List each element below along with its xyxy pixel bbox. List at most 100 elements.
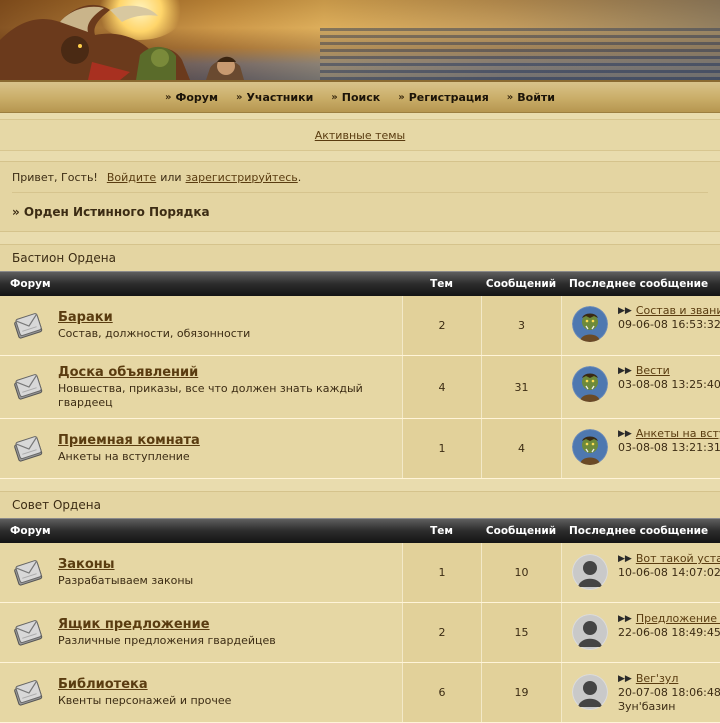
nav-search[interactable]: » Поиск	[322, 91, 389, 104]
forum-letter-icon	[12, 432, 46, 466]
last-post-date: 09-06-08 16:53:32	[618, 318, 720, 331]
col-topics: Тем	[430, 278, 453, 290]
forum-categories: Бастион Ордена Форум Тем Сообщений После…	[0, 244, 720, 723]
main-nav: » Форум » Участники » Поиск » Регистрация » В…	[0, 80, 720, 113]
orc-avatar	[572, 366, 608, 402]
goto-post-icon[interactable]: ▶▶	[618, 427, 632, 441]
double-chevron-icon: »	[331, 91, 338, 103]
default-avatar	[572, 554, 608, 590]
last-post-cell: ▶▶ Анкеты на вступление 03-08-08 13:21:31	[561, 419, 720, 478]
forum-link[interactable]: Библиотека	[58, 677, 378, 692]
forum-cell: Бараки Состав, должности, обязонности	[0, 296, 402, 355]
forum-row: Доска объявлений Новшества, приказы, все…	[0, 356, 720, 419]
last-post-link[interactable]: Анкеты на вступление	[636, 427, 720, 441]
last-post-author: Зун'базин	[618, 700, 676, 713]
last-post-date: 22-06-08 18:49:45	[618, 626, 720, 639]
last-post-cell: ▶▶ Состав и звания 09-06-08 16:53:32	[561, 296, 720, 355]
last-post-cell: ▶▶ Вег'зул 20-07-08 18:06:48 Зун'базин	[561, 663, 720, 722]
forum-letter-icon	[12, 309, 46, 343]
forum-cell: Ящик предложение Различные предложения г…	[0, 603, 402, 662]
topics-count: 2	[402, 296, 481, 355]
double-chevron-icon: »	[398, 91, 405, 103]
forum-link[interactable]: Законы	[58, 557, 378, 572]
posts-count: 10	[481, 543, 561, 602]
forum-cell: Библиотека Квенты персонажей и прочее	[0, 663, 402, 722]
last-post-link[interactable]: Вести	[636, 364, 670, 378]
forum-letter-icon	[12, 676, 46, 710]
col-last-post: Последнее сообщение	[569, 278, 709, 290]
forum-link[interactable]: Доска объявлений	[58, 365, 378, 380]
posts-count: 4	[481, 419, 561, 478]
posts-count: 15	[481, 603, 561, 662]
posts-count: 19	[481, 663, 561, 722]
breadcrumb: » Орден Истинного Порядка	[12, 205, 210, 219]
forum-cell: Приемная комната Анкеты на вступление	[0, 419, 402, 478]
forum-description: Новшества, приказы, все что должен знать…	[58, 381, 363, 409]
nav-forum[interactable]: » Форум	[156, 91, 227, 104]
last-post-link[interactable]: Состав и звания	[636, 304, 720, 318]
forum-letter-icon	[12, 370, 46, 404]
col-last-post: Последнее сообщение	[569, 525, 709, 537]
forum-row: Бараки Состав, должности, обязонности 2 …	[0, 296, 720, 356]
last-post-link[interactable]: Предложение по	[636, 612, 720, 626]
forum-row: Библиотека Квенты персонажей и прочее 6 …	[0, 663, 720, 723]
welcome-box: Привет, Гость! Войдите или зарегистрируй…	[0, 161, 720, 232]
goto-post-icon[interactable]: ▶▶	[618, 672, 632, 686]
posts-count: 31	[481, 356, 561, 418]
forum-row: Ящик предложение Различные предложения г…	[0, 603, 720, 663]
last-post-link[interactable]: Вег'зул	[636, 672, 679, 686]
default-avatar	[572, 614, 608, 650]
category-title: Совет Ордена	[0, 491, 720, 518]
double-chevron-icon: »	[235, 91, 243, 103]
table-header: Форум Тем Сообщений Последнее сообщение	[0, 271, 720, 296]
topics-count: 4	[402, 356, 481, 418]
double-chevron-icon: »	[506, 91, 514, 103]
nav-login[interactable]: » Войти	[498, 91, 564, 104]
col-topics: Тем	[430, 525, 453, 537]
last-post-cell: ▶▶ Предложение по 22-06-08 18:49:45	[561, 603, 720, 662]
topics-count: 2	[402, 603, 481, 662]
forum-description: Различные предложения гвардейцев	[58, 634, 276, 647]
forum-description: Анкеты на вступление	[58, 450, 190, 463]
topics-count: 1	[402, 543, 481, 602]
forum-description: Разрабатываем законы	[58, 574, 194, 587]
double-chevron-icon: »	[165, 91, 172, 103]
forum-description: Состав, должности, обязонности	[58, 327, 251, 340]
forum-link[interactable]: Приемная комната	[58, 433, 378, 448]
login-link[interactable]: Войдите	[107, 171, 156, 184]
category-title: Бастион Ордена	[0, 244, 720, 271]
banner-artwork	[0, 4, 244, 80]
last-post-link[interactable]: Вот такой устав	[636, 552, 720, 566]
goto-post-icon[interactable]: ▶▶	[618, 612, 632, 626]
goto-post-icon[interactable]: ▶▶	[618, 304, 632, 318]
table-header: Форум Тем Сообщений Последнее сообщение	[0, 518, 720, 543]
site-banner	[0, 0, 720, 80]
nav-members[interactable]: » Участники	[227, 91, 322, 104]
active-topics-link[interactable]: Активные темы	[315, 129, 406, 142]
last-post-date: 03-08-08 13:25:40	[618, 378, 720, 391]
forum-letter-icon	[12, 616, 46, 650]
default-avatar	[572, 674, 608, 710]
nav-register[interactable]: » Регистрация	[389, 91, 498, 104]
goto-post-icon[interactable]: ▶▶	[618, 364, 632, 378]
last-post-date: 20-07-08 18:06:48	[618, 686, 720, 699]
last-post-cell: ▶▶ Вести 03-08-08 13:25:40	[561, 356, 720, 418]
topics-count: 6	[402, 663, 481, 722]
forum-cell: Законы Разрабатываем законы	[0, 543, 402, 602]
last-post-cell: ▶▶ Вот такой устав 10-06-08 14:07:02	[561, 543, 720, 602]
col-posts: Сообщений	[485, 525, 557, 537]
forum-row: Приемная комната Анкеты на вступление 1 …	[0, 419, 720, 479]
goto-post-icon[interactable]: ▶▶	[618, 552, 632, 566]
forum-letter-icon	[12, 556, 46, 590]
col-posts: Сообщений	[485, 278, 557, 290]
forum-row: Законы Разрабатываем законы 1 10 ▶▶ Вот т…	[0, 543, 720, 603]
register-link[interactable]: зарегистрируйтесь	[186, 171, 298, 184]
forum-link[interactable]: Бараки	[58, 310, 378, 325]
active-topics-bar: Активные темы	[0, 119, 720, 151]
col-forum: Форум	[10, 278, 51, 290]
topics-count: 1	[402, 419, 481, 478]
forum-cell: Доска объявлений Новшества, приказы, все…	[0, 356, 402, 418]
forum-link[interactable]: Ящик предложение	[58, 617, 378, 632]
forum-description: Квенты персонажей и прочее	[58, 694, 232, 707]
last-post-date: 03-08-08 13:21:31	[618, 441, 720, 454]
